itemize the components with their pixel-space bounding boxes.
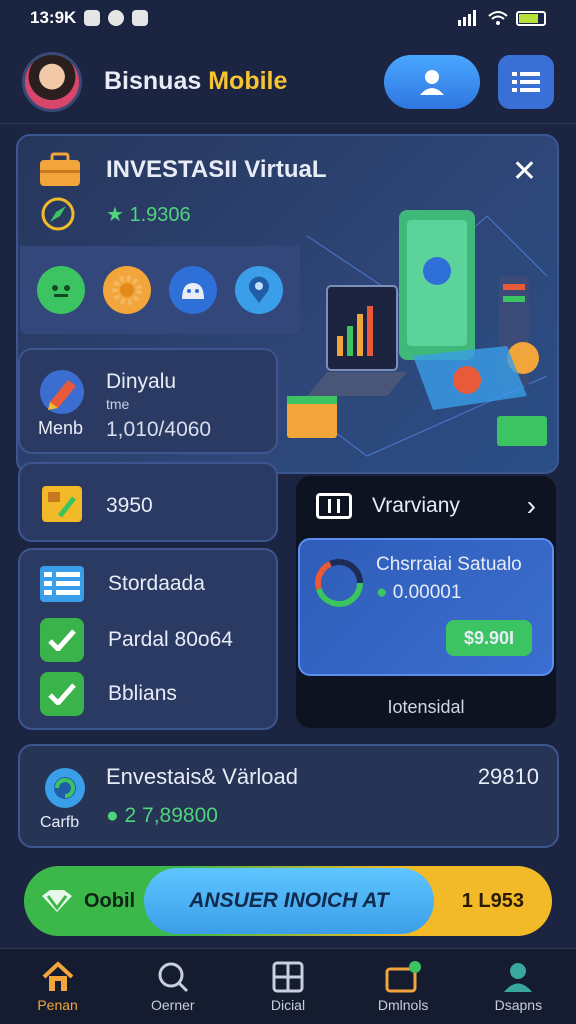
action-left[interactable]: Oobil — [40, 866, 135, 936]
nav-label: Dicial — [270, 996, 306, 1013]
nav-item-penan[interactable]: Penan — [8, 960, 108, 1013]
record-icon — [108, 10, 125, 26]
status-card-amount: ● 0.00001 — [376, 582, 461, 604]
hero-value: ★ 1.9306 — [106, 204, 191, 226]
check-icon[interactable] — [40, 672, 84, 716]
gear-icon — [45, 768, 85, 808]
value-card[interactable]: 3950 — [18, 462, 278, 542]
brand-accent: Mobile — [208, 67, 288, 95]
nav-item-oerner[interactable]: Oerner — [123, 961, 223, 1013]
settings-icon[interactable] — [103, 266, 151, 314]
checklist-item[interactable]: Bblians — [40, 672, 177, 716]
menu-button[interactable] — [498, 54, 554, 109]
checklist-item[interactable]: Stordaada — [40, 566, 205, 602]
chat-icon[interactable] — [37, 266, 85, 314]
nav-item-dicial[interactable]: Dicial — [238, 961, 338, 1013]
status-right — [458, 10, 546, 26]
pause-icon — [316, 493, 352, 519]
investasi-right-value: 29810 — [477, 764, 539, 789]
investasi-title: Envestais& Värload — [106, 764, 298, 789]
price-pill-button[interactable]: $9.90I — [446, 620, 532, 656]
checklist-label: Pardal 80o64 — [108, 628, 233, 651]
right-panel-title: Vrarviany — [372, 494, 460, 517]
chevron-right-icon[interactable]: › — [527, 490, 536, 522]
value-card-number: 3950 — [106, 494, 153, 517]
wallet-icon — [42, 486, 82, 522]
hero-value-number: 1.9306 — [129, 204, 191, 226]
briefcase-icon — [40, 152, 80, 186]
dinyalu-sub: tme — [106, 396, 130, 412]
home-icon — [42, 960, 73, 991]
status-left: 13:9K — [30, 8, 149, 28]
pen-icon — [40, 370, 84, 414]
battery-icon — [516, 10, 546, 26]
nav-item-dmlnols[interactable]: Dmlnols — [353, 960, 453, 1013]
dinyalu-card[interactable]: Dinyalu tme Menb 1,010/4060 — [18, 348, 278, 454]
wallet-icon — [385, 960, 422, 992]
dinyalu-side-label: Menb — [38, 418, 84, 438]
compass-icon — [41, 197, 75, 231]
check-icon[interactable] — [40, 618, 84, 662]
status-card-title: Chsrraiai Satualo — [376, 554, 522, 575]
action-right-value[interactable]: 1 L953 — [462, 866, 524, 936]
signal-icon — [458, 10, 476, 26]
nav-label: Oerner — [150, 996, 195, 1013]
nav-label: Dsapns — [494, 996, 543, 1013]
checklist-item[interactable]: Pardal 80o64 — [40, 618, 233, 662]
right-panel: Vrarviany › Chsrraiai Satualo ● 0.00001 … — [296, 476, 556, 728]
status-card[interactable]: Chsrraiai Satualo ● 0.00001 $9.90I — [298, 538, 554, 676]
checklist-label: Stordaada — [108, 572, 205, 595]
nav-label: Penan — [37, 996, 78, 1013]
status-time: 13:9K — [30, 8, 77, 27]
menu-icon — [512, 71, 540, 92]
nav-label: Dmlnols — [377, 996, 429, 1013]
coin-icon: ● — [106, 804, 119, 827]
dinyalu-value: 1,010/4060 — [106, 418, 212, 441]
wifi-icon — [488, 11, 508, 25]
user-icon — [504, 962, 533, 992]
investasi-side-label: Carfb — [40, 814, 80, 831]
photo-icon — [132, 10, 149, 26]
android-icon[interactable] — [169, 266, 217, 314]
action-left-label: Oobil — [84, 889, 136, 912]
status-bar: 13:9K — [0, 0, 576, 36]
search-icon — [158, 962, 188, 992]
status-card-amount-value: 0.00001 — [392, 582, 462, 603]
battery-level — [519, 13, 539, 23]
checklist-card: Stordaada Pardal 80o64 Bblians — [18, 548, 278, 730]
bottom-nav: Penan Oerner Dicial Dmlnols Dsapns — [0, 948, 576, 1024]
location-icon[interactable] — [235, 266, 283, 314]
table-icon — [40, 566, 84, 602]
coin-icon: ● — [376, 582, 388, 603]
action-bar: Oobil ANSUER INOICH AT 1 L953 — [24, 866, 552, 936]
checklist-label: Bblians — [108, 682, 177, 705]
investasi-card[interactable]: Envestais& Värload Carfb ● 2 7,89800 298… — [18, 744, 559, 848]
profile-button[interactable] — [384, 54, 480, 109]
quick-actions — [20, 246, 300, 334]
notification-icon — [84, 10, 101, 26]
hero-title: INVESTASII VirtuaL — [106, 156, 327, 183]
grid-icon — [272, 961, 304, 992]
investasi-amount-value: 2 7,89800 — [124, 804, 218, 827]
brand-main: Bisnuas — [104, 67, 202, 95]
primary-action-button[interactable]: ANSUER INOICH AT — [144, 868, 434, 934]
progress-ring-icon — [315, 559, 363, 607]
right-panel-footer[interactable]: Iotensidal — [296, 697, 556, 718]
right-panel-header[interactable]: Vrarviany › — [296, 476, 556, 536]
investasi-amount: ● 2 7,89800 — [106, 804, 218, 828]
diamond-icon — [42, 890, 72, 912]
avatar[interactable] — [22, 51, 82, 112]
app-header: Bisnuas Mobile — [0, 40, 576, 124]
finance-illustration — [287, 210, 548, 457]
dinyalu-title: Dinyalu — [106, 370, 177, 393]
user-icon — [420, 69, 444, 95]
nav-item-dsapns[interactable]: Dsapns — [468, 961, 568, 1013]
brand-title: Bisnuas Mobile — [104, 67, 287, 96]
close-button[interactable]: ✕ — [512, 154, 537, 189]
